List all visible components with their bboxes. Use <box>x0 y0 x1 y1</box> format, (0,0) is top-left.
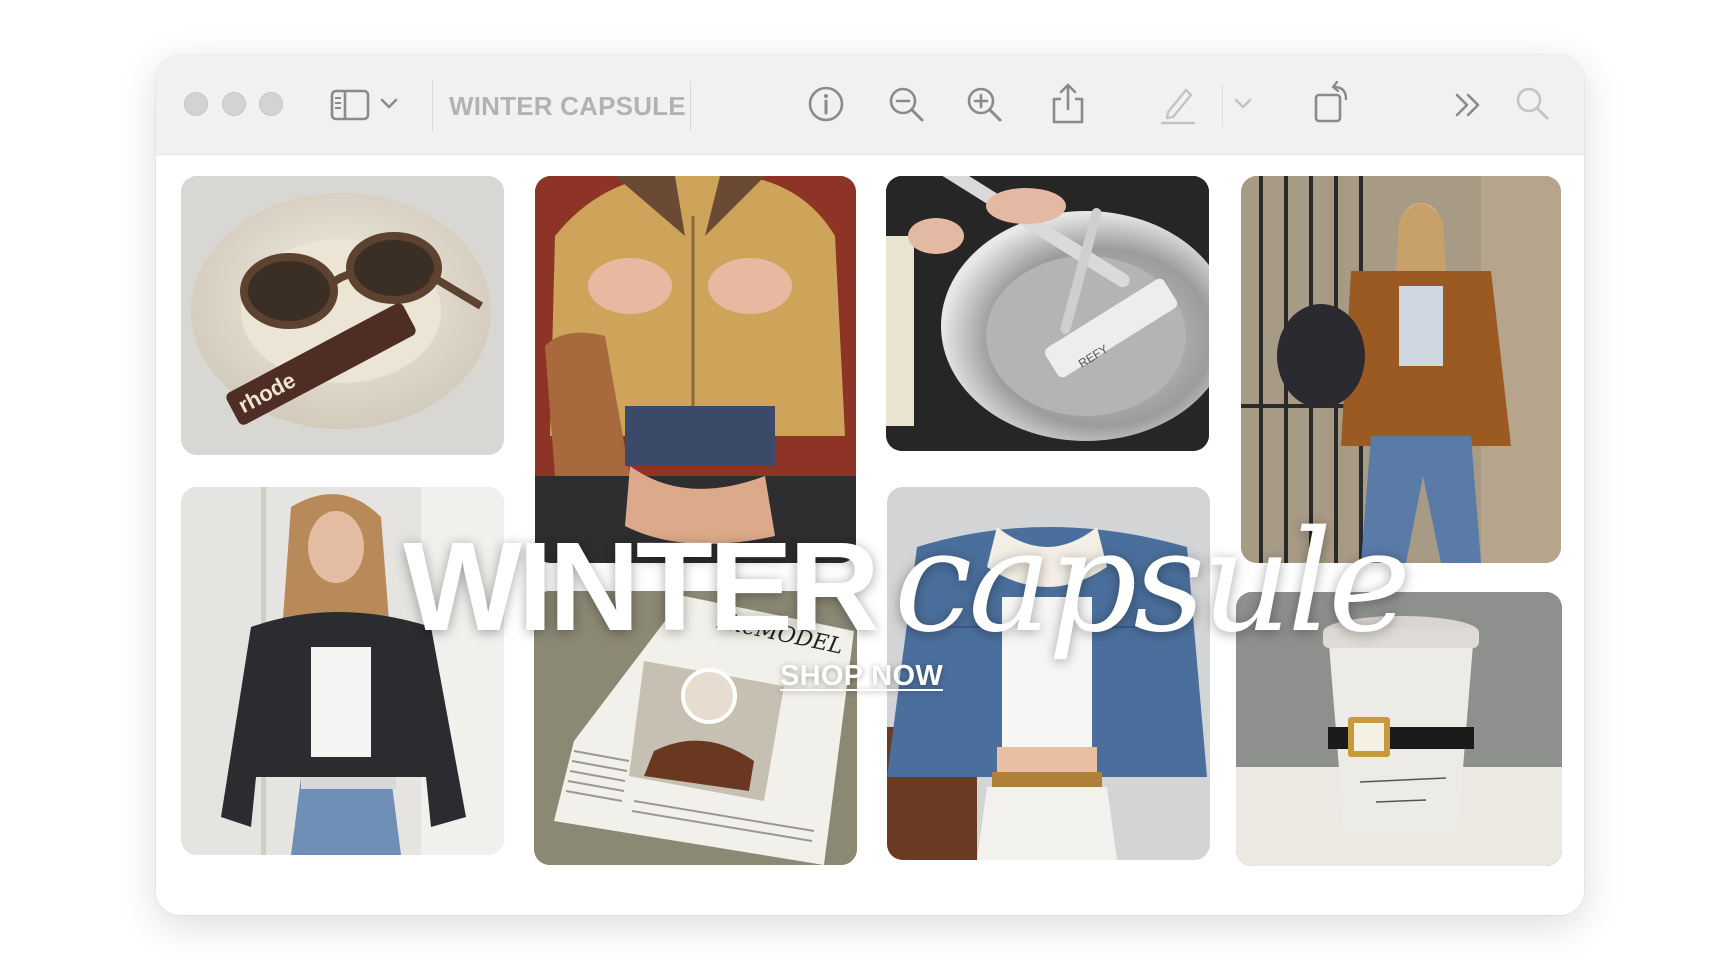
info-icon[interactable] <box>804 82 848 126</box>
minimize-button[interactable] <box>222 92 246 116</box>
close-button[interactable] <box>184 92 208 116</box>
window-title: WINTER CAPSULE <box>432 81 691 131</box>
share-icon[interactable] <box>1046 79 1090 127</box>
more-icon[interactable] <box>1448 85 1488 125</box>
photo-sunglasses-tray[interactable]: rhode <box>181 176 504 455</box>
hero-title-caps: WINTER <box>403 516 880 657</box>
search-icon[interactable] <box>1512 83 1552 123</box>
markup-pen-icon[interactable] <box>1156 80 1200 128</box>
hero-title: WINTER capsule <box>403 501 1411 664</box>
rotate-icon[interactable] <box>1310 77 1354 127</box>
chevron-down-icon[interactable] <box>378 91 400 117</box>
zoom-in-icon[interactable] <box>962 82 1006 126</box>
zoom-button[interactable] <box>259 92 283 116</box>
title-bar: WINTER CAPSULE <box>156 55 1584 155</box>
app-window: WINTER CAPSULE rhode REFY TheMODEL WINTE… <box>156 55 1584 915</box>
toolbar-divider <box>1222 83 1223 127</box>
sidebar-icon[interactable] <box>328 85 372 125</box>
hero-title-script: capsule <box>893 501 1411 664</box>
photo-steel-plate[interactable]: REFY <box>886 176 1209 451</box>
chevron-down-icon[interactable] <box>1232 91 1254 117</box>
image-grid: rhode REFY TheMODEL WINTER capsule SHOP … <box>156 155 1584 915</box>
shop-now-link[interactable]: SHOP NOW <box>780 660 943 693</box>
zoom-out-icon[interactable] <box>884 82 928 126</box>
